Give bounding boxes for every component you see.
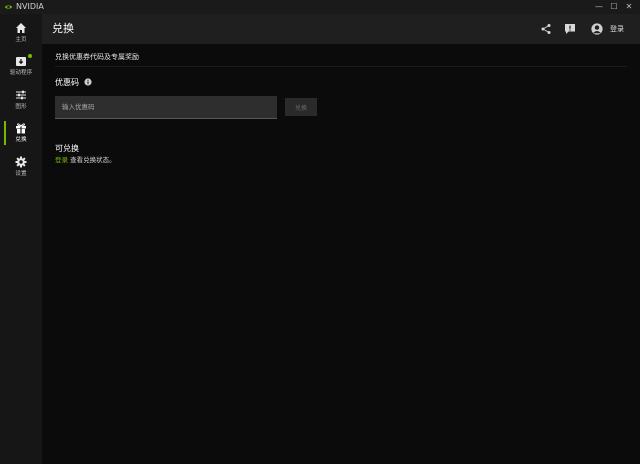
section-divider <box>55 66 627 67</box>
status-text: 查看兑换状态。 <box>68 156 116 164</box>
page-header: 兑换 登录 <box>42 14 640 44</box>
sidebar-item-settings[interactable]: 设置 <box>0 152 42 182</box>
gift-icon <box>16 123 26 134</box>
header-login-link[interactable]: 登录 <box>610 24 624 34</box>
sidebar-item-redeem[interactable]: 兑换 <box>0 118 42 148</box>
redeemable-heading: 可兑换 <box>55 144 79 153</box>
title-bar: NVIDIA — ☐ ✕ <box>0 0 640 14</box>
promo-code-input[interactable] <box>55 96 277 119</box>
share-icon[interactable] <box>540 23 552 35</box>
sidebar-item-label: 驱动程序 <box>9 70 33 76</box>
page-title: 兑换 <box>52 22 74 35</box>
sidebar-item-graphics[interactable]: 图形 <box>0 85 42 115</box>
promo-code-label: 优惠码 <box>55 78 79 87</box>
redeem-button[interactable]: 兑换 <box>285 98 317 116</box>
main-content: 兑换 登录 兑换优惠券代码及专属奖励 优惠码 兑换 可兑换 登录 查看兑换状态。 <box>42 14 640 464</box>
sidebar: 主页 驱动程序 图形 兑换 设置 <box>0 14 42 464</box>
sidebar-item-label: 设置 <box>15 171 27 177</box>
sidebar-item-label: 主页 <box>15 37 27 43</box>
nvidia-logo-icon <box>4 5 13 9</box>
info-icon[interactable] <box>84 78 92 86</box>
feedback-icon[interactable] <box>564 23 576 35</box>
redeem-status-line: 登录 查看兑换状态。 <box>55 155 116 165</box>
sliders-icon <box>16 90 26 100</box>
driver-icon <box>16 57 26 66</box>
sidebar-item-label: 图形 <box>15 104 27 110</box>
gear-icon <box>15 156 27 168</box>
page-subtitle: 兑换优惠券代码及专属奖励 <box>55 53 139 61</box>
home-icon <box>16 23 26 33</box>
close-button[interactable]: ✕ <box>622 0 636 14</box>
maximize-button[interactable]: ☐ <box>607 0 621 14</box>
minimize-button[interactable]: — <box>592 0 606 14</box>
sidebar-item-label: 兑换 <box>15 137 27 143</box>
status-login-link[interactable]: 登录 <box>55 156 68 164</box>
sidebar-item-home[interactable]: 主页 <box>0 18 42 48</box>
sidebar-item-drivers[interactable]: 驱动程序 <box>0 51 42 81</box>
app-title: NVIDIA <box>16 2 44 11</box>
user-avatar-icon[interactable] <box>591 23 603 35</box>
update-badge <box>28 54 32 58</box>
